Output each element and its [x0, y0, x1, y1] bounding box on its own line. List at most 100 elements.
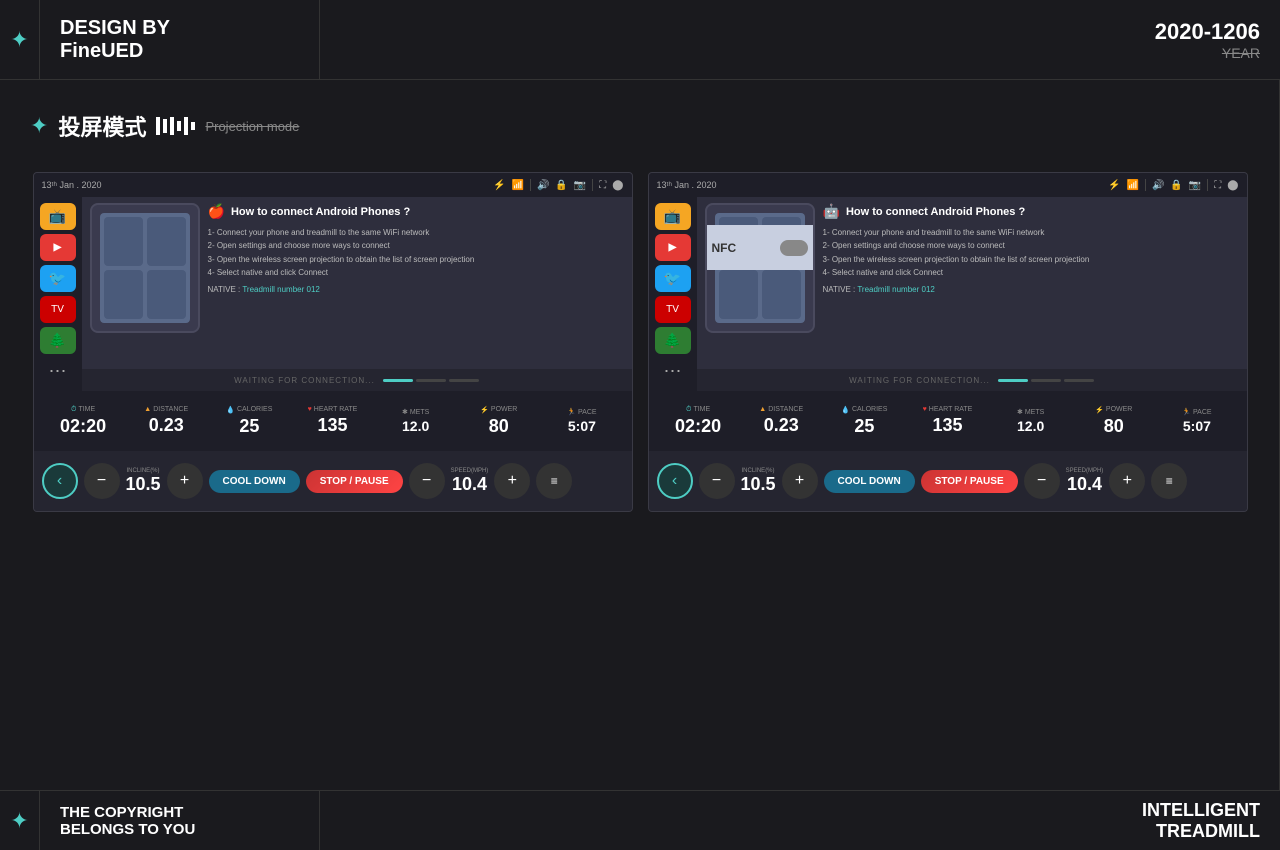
minus-incline-left[interactable]: − [84, 463, 120, 499]
sidebar-btn-tree-r[interactable]: 🌲 [655, 327, 691, 354]
time-icon: ⏱ [71, 406, 76, 414]
cool-down-btn-left[interactable]: COOL DOWN [209, 470, 300, 493]
stat-heartrate-left: ♥ HEART RATE 135 [291, 406, 374, 436]
sidebar-btn-tv[interactable]: TV [40, 296, 76, 323]
minus-speed-left[interactable]: − [409, 463, 445, 499]
record-icon-r: ⬤ [1227, 180, 1238, 191]
sidebar-btn-youtube-r[interactable]: ▶ [655, 234, 691, 261]
hr-value-left: 135 [317, 415, 347, 436]
plus-incline-right[interactable]: + [782, 463, 818, 499]
topbar-divider2-r [1207, 179, 1208, 191]
dist-value-left: 0.23 [149, 415, 184, 436]
sidebar-btn-grid-r[interactable]: ⋯ [655, 358, 691, 385]
minus-incline-right[interactable]: − [699, 463, 735, 499]
projection-en-text: Projection mode [205, 119, 299, 134]
sidebar-btn-orange-r[interactable]: 📺 [655, 203, 691, 230]
screen-main-right: NFC 🤖 How to connect Android Phones ? 1-… [697, 197, 1247, 391]
stats-bar-left: ⏱ TIME 02:20 ▲ DISTANCE 0.23 💧 CALORIES [34, 391, 632, 451]
stat-power-right: ⚡ POWER 80 [1072, 406, 1155, 437]
mets-label-left: METS [410, 409, 429, 416]
stop-pause-btn-left[interactable]: STOP / PAUSE [306, 470, 403, 493]
sidebar-btn-tv-r[interactable]: TV [655, 296, 691, 323]
step3-right: 3- Open the wireless screen projection t… [823, 255, 1239, 265]
expand-icon: ⛶ [599, 180, 606, 191]
step1-right: 1- Connect your phone and treadmill to t… [823, 228, 1239, 238]
back-btn-left[interactable]: ‹ [42, 463, 78, 499]
treadmill-screen-right: 13ᵗʰ Jan . 2020 ⚡ 📶 🔊 🔒 📷 ⛶ ⬤ 📺 ▶ 🐦 TV [648, 172, 1248, 512]
sidebar-btn-grid[interactable]: ⋯ [40, 358, 76, 385]
stat-heartrate-right: ♥ HEART RATE 135 [906, 406, 989, 436]
power-label-right: POWER [1106, 406, 1132, 413]
sidebar-btn-twitter-r[interactable]: 🐦 [655, 265, 691, 292]
speed-group-left: SPEED(MPH) 10.4 [451, 468, 489, 495]
screen-body-right: 📺 ▶ 🐦 TV 🌲 ⋯ [649, 197, 1247, 391]
step2-left: 2- Open settings and choose more ways to… [208, 241, 624, 251]
sidebar-btn-orange[interactable]: 📺 [40, 203, 76, 230]
instructions-header-right: 🤖 How to connect Android Phones ? [823, 203, 1239, 220]
stat-mets-left: ✱ METS 12.0 [374, 408, 457, 434]
stat-distance-left: ▲ DISTANCE 0.23 [125, 406, 208, 436]
app-icon-1 [104, 217, 143, 266]
main-area: ✦ 投屏模式 Projection mode 13ᵗʰ Jan . 2020 ⚡… [0, 80, 1280, 522]
projection-label: ✦ 投屏模式 Projection mode [30, 110, 1250, 142]
dotr2 [1031, 379, 1061, 382]
time-label-left: TIME [78, 406, 95, 413]
nfc-label: NFC [712, 241, 737, 255]
time-value-left: 02:20 [60, 416, 106, 437]
waiting-bar-left: WAITING FOR CONNECTION... [82, 369, 632, 391]
projection-cn-text: 投屏模式 [58, 110, 146, 142]
plus-speed-left[interactable]: + [494, 463, 530, 499]
stat-distance-right: ▲ DISTANCE 0.23 [740, 406, 823, 436]
time-value-right: 02:20 [675, 416, 721, 437]
pace-icon-r: 🏃 [1182, 408, 1191, 416]
minus-speed-right[interactable]: − [1024, 463, 1060, 499]
screen-topbar-right: 13ᵗʰ Jan . 2020 ⚡ 📶 🔊 🔒 📷 ⛶ ⬤ [649, 173, 1247, 197]
mets-label-right: METS [1025, 409, 1044, 416]
wifi-icon-r: 📶 [1126, 180, 1138, 191]
header-year: 2020-1206 [1155, 19, 1260, 45]
list-btn-left[interactable]: ≡ [536, 463, 572, 499]
dotr1 [998, 379, 1028, 382]
sidebar-btn-twitter[interactable]: 🐦 [40, 265, 76, 292]
stat-pace-left: 🏃 PACE 5:07 [540, 408, 623, 434]
pace-label-right: PACE [1193, 409, 1212, 416]
dotr3 [1064, 379, 1094, 382]
plus-incline-left[interactable]: + [167, 463, 203, 499]
time-label-right: TIME [693, 406, 710, 413]
nfc-overlay: NFC [705, 225, 815, 270]
nfc-toggle[interactable] [780, 240, 808, 256]
header-title-block: DESIGN BY FineUED [40, 0, 320, 79]
connect-panel-left: 🍎 How to connect Android Phones ? 1- Con… [90, 203, 624, 385]
mets-icon-r: ✱ [1017, 408, 1023, 416]
cal-label-right: CALORIES [852, 406, 887, 413]
footer: ✦ THE COPYRIGHT BELONGS TO YOU INTELLIGE… [0, 790, 1280, 850]
list-btn-right[interactable]: ≡ [1151, 463, 1187, 499]
app-icon-3 [104, 270, 143, 319]
header: ✦ DESIGN BY FineUED 2020-1206 YEAR [0, 0, 1280, 80]
screen-date-left: 13ᵗʰ Jan . 2020 [42, 180, 102, 190]
waiting-dots-right [998, 379, 1094, 382]
cal-icon-r: 💧 [841, 406, 850, 414]
instructions-header-left: 🍎 How to connect Android Phones ? [208, 203, 624, 220]
apple-icon: 🍎 [208, 203, 225, 220]
waiting-bar-right: WAITING FOR CONNECTION... [697, 369, 1247, 391]
cool-down-btn-right[interactable]: COOL DOWN [824, 470, 915, 493]
sidebar-btn-youtube[interactable]: ▶ [40, 234, 76, 261]
usb-icon-r: ⚡ [1108, 180, 1120, 191]
bar4 [177, 121, 181, 131]
plus-speed-right[interactable]: + [1109, 463, 1145, 499]
incline-group-left: INCLINE(%) 10.5 [126, 468, 161, 495]
heart-icon-left: ♥ [308, 406, 312, 413]
cal-value-left: 25 [239, 416, 259, 437]
stop-pause-btn-right[interactable]: STOP / PAUSE [921, 470, 1018, 493]
volume-icon: 🔊 [537, 180, 549, 191]
stat-calories-right: 💧 CALORIES 25 [823, 406, 906, 437]
brand-line2: TREADMILL [1142, 821, 1260, 842]
back-btn-right[interactable]: ‹ [657, 463, 693, 499]
android-icon-r: 🤖 [823, 203, 840, 220]
sidebar-btn-tree[interactable]: 🌲 [40, 327, 76, 354]
dist-label-right: DISTANCE [768, 406, 803, 413]
stat-time-left: ⏱ TIME 02:20 [42, 406, 125, 437]
speed-value-right: 10.4 [1067, 474, 1102, 495]
volume-icon-r: 🔊 [1152, 180, 1164, 191]
